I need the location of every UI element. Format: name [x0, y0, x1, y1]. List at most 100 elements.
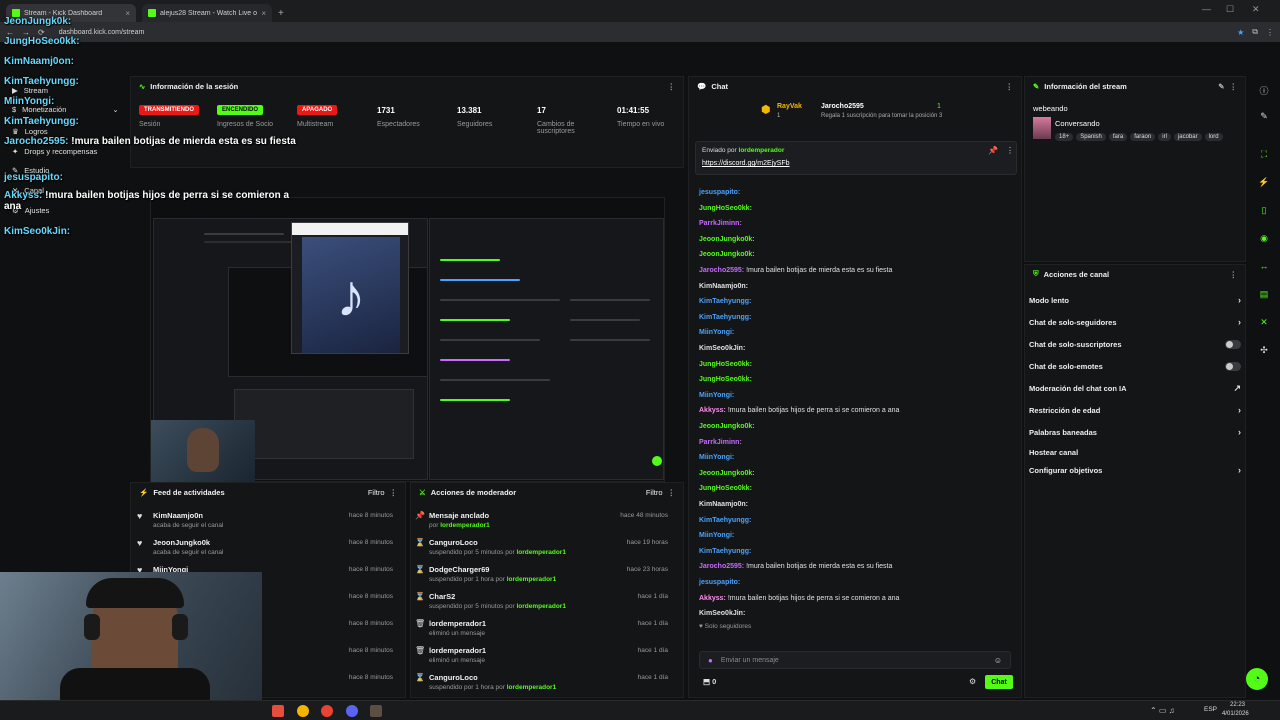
chat-username[interactable]: JeoonJungko0k:	[699, 236, 755, 243]
chat-username[interactable]: MiinYongi:	[699, 329, 734, 336]
chat-menu-icon[interactable]: ⋮	[1006, 82, 1014, 91]
chrome-icon[interactable]	[297, 705, 309, 717]
chat-username[interactable]: MiinYongi:	[699, 392, 734, 399]
subscribers-only-toggle[interactable]	[1225, 339, 1241, 349]
overlay-message: !mura bailen botijas hijos de perra si s…	[4, 190, 290, 212]
chat-username[interactable]: jesuspapito:	[699, 579, 740, 586]
feed-menu-icon[interactable]: ⋮	[390, 488, 398, 497]
chat-settings-icon[interactable]: ⚙	[969, 677, 976, 686]
chat-username[interactable]: JungHoSeo0kk:	[699, 376, 752, 383]
chat-username[interactable]: MiinYongi:	[699, 532, 734, 539]
chat-username[interactable]: ParrkJiminn:	[699, 220, 742, 227]
smiley-icon[interactable]: ☺	[994, 656, 1002, 665]
gifter-name[interactable]: Jarocho2595	[821, 103, 864, 110]
chat-username[interactable]: KimTaehyungg:	[699, 517, 751, 524]
action-configure-goals[interactable]: Configurar objetivos ›	[1029, 460, 1243, 480]
info-icon[interactable]: ⓘ	[1256, 82, 1272, 98]
chat-username[interactable]: KimSeo0kJin:	[699, 610, 745, 617]
chat-username[interactable]: JungHoSeo0kk:	[699, 485, 752, 492]
external-link-icon: ↗	[1233, 382, 1241, 393]
clock-date[interactable]: 4/01/2026	[1222, 711, 1249, 717]
chat-username[interactable]: Akkyss:	[699, 595, 726, 602]
stream-tags: 18+ Spanish fara faraon irl jacobar lord	[1055, 131, 1226, 141]
pin-icon[interactable]: 📌	[988, 146, 998, 155]
stream-info-menu-icon[interactable]: ⋮	[1230, 82, 1238, 91]
minimize-icon[interactable]: —	[1202, 4, 1211, 14]
mod-item-title[interactable]: CharS2	[429, 592, 455, 601]
chat-username[interactable]: Jarocho2595:	[699, 267, 744, 274]
mod-item-title[interactable]: lordemperador1	[429, 619, 486, 628]
chat-username[interactable]: JungHoSeo0kk:	[699, 205, 752, 212]
overlay-username: KimSeo0kJin:	[4, 226, 71, 237]
action-ai-moderation[interactable]: Moderación del chat con IA ↗	[1029, 378, 1243, 398]
layout-icon[interactable]: ▤	[1256, 286, 1272, 302]
language-indicator[interactable]: ESP	[1204, 706, 1217, 713]
action-host-channel[interactable]: Hostear canal	[1029, 442, 1243, 462]
apps-icon[interactable]: ✣	[1256, 342, 1272, 358]
close-window-icon[interactable]: ✕	[1252, 4, 1260, 15]
chat-username[interactable]: jesuspapito:	[699, 189, 740, 196]
chat-rail-icon[interactable]: ◉	[1256, 230, 1272, 246]
phone-icon[interactable]: ▯	[1256, 202, 1272, 218]
emote-icon[interactable]: ●	[708, 656, 713, 665]
mod-item-title[interactable]: lordemperador1	[429, 646, 486, 655]
edit-stream-icon[interactable]: ✎	[1218, 82, 1224, 91]
support-chat-icon[interactable]: ◔	[1246, 668, 1268, 690]
feed-user[interactable]: KimNaamjo0n	[153, 511, 203, 520]
clock-time[interactable]: 22:23	[1230, 702, 1245, 708]
action-slow-mode[interactable]: Modo lento ›	[1029, 290, 1243, 310]
stream-category[interactable]: Conversando	[1055, 119, 1100, 128]
wrench-icon[interactable]: ✕	[1256, 314, 1272, 330]
action-age-restriction[interactable]: Restricción de edad ›	[1029, 400, 1243, 420]
chat-username[interactable]: JeoonJungko0k:	[699, 251, 755, 258]
menu-icon[interactable]: ⋮	[1266, 28, 1274, 37]
pinned-link[interactable]: https://discord.gg/m2EjySFb	[702, 160, 790, 167]
session-menu-icon[interactable]: ⋮	[668, 82, 676, 91]
maximize-icon[interactable]: ☐	[1226, 4, 1234, 15]
mod-filter-button[interactable]: Filtro	[646, 488, 663, 497]
tray-icons[interactable]: ⌃ ▭ ♫	[1150, 706, 1175, 715]
chat-message: ParrkJiminn:	[699, 439, 742, 446]
chat-input[interactable]: ● Enviar un mensaje ☺	[699, 651, 1011, 669]
chat-username[interactable]: KimTaehyungg:	[699, 314, 751, 321]
file-explorer-icon[interactable]	[370, 705, 382, 717]
pinned-menu-icon[interactable]: ⋮	[1006, 146, 1014, 155]
chat-username[interactable]: JeoonJungko0k:	[699, 423, 755, 430]
send-chat-button[interactable]: Chat	[985, 675, 1013, 689]
chat-username[interactable]: JungHoSeo0kk:	[699, 361, 752, 368]
chat-username[interactable]: KimNaamjo0n:	[699, 501, 748, 508]
mod-menu-icon[interactable]: ⋮	[668, 488, 676, 497]
discord-icon[interactable]	[346, 705, 358, 717]
chat-username[interactable]: Jarocho2595:	[699, 563, 744, 570]
overlay-username: JeonJungk0k:	[4, 16, 72, 27]
chat-username[interactable]: Akkyss:	[699, 407, 726, 414]
media-player-window: ♪	[291, 222, 409, 354]
chat-username[interactable]: KimTaehyungg:	[699, 548, 751, 555]
channel-actions-menu-icon[interactable]: ⋮	[1230, 270, 1238, 279]
mod-item-title[interactable]: CanguroLoco	[429, 673, 478, 682]
mod-item-title[interactable]: DodgeCharger69	[429, 565, 489, 574]
bolt-icon[interactable]: ⚡	[1256, 174, 1272, 190]
brave-icon[interactable]	[272, 705, 284, 717]
action-banned-words[interactable]: Palabras baneadas ›	[1029, 422, 1243, 442]
chat-username[interactable]: MiinYongi:	[699, 454, 734, 461]
feed-user[interactable]: JeoonJungko0k	[153, 538, 210, 547]
emotes-only-toggle[interactable]	[1225, 361, 1241, 371]
pencil-icon[interactable]: ✎	[1256, 108, 1272, 124]
chat-username[interactable]: KimSeo0kJin:	[699, 345, 745, 352]
chat-username[interactable]: JeoonJungko0k:	[699, 470, 755, 477]
extensions-icon[interactable]: ⧉	[1252, 27, 1258, 37]
chat-username[interactable]: KimNaamjo0n:	[699, 283, 748, 290]
action-followers-only[interactable]: Chat de solo-seguidores ›	[1029, 312, 1243, 332]
feed-filter-button[interactable]: Filtro	[368, 488, 385, 497]
link-icon[interactable]: ↔	[1256, 258, 1272, 274]
chat-username[interactable]: ParrkJiminn:	[699, 439, 742, 446]
chat-username[interactable]: KimTaehyungg:	[699, 298, 751, 305]
stat-label: Seguidores	[457, 121, 493, 128]
kick-icon[interactable]: ⛶	[1256, 146, 1272, 162]
mod-item-title[interactable]: CanguroLoco	[429, 538, 478, 547]
bookmark-star-icon[interactable]: ★	[1237, 28, 1244, 37]
top-gifter-name[interactable]: RayVak	[777, 103, 802, 110]
overlay-chat-line: Jarocho2595: !mura bailen botijas de mie…	[4, 136, 304, 147]
chrome-red-icon[interactable]	[321, 705, 333, 717]
